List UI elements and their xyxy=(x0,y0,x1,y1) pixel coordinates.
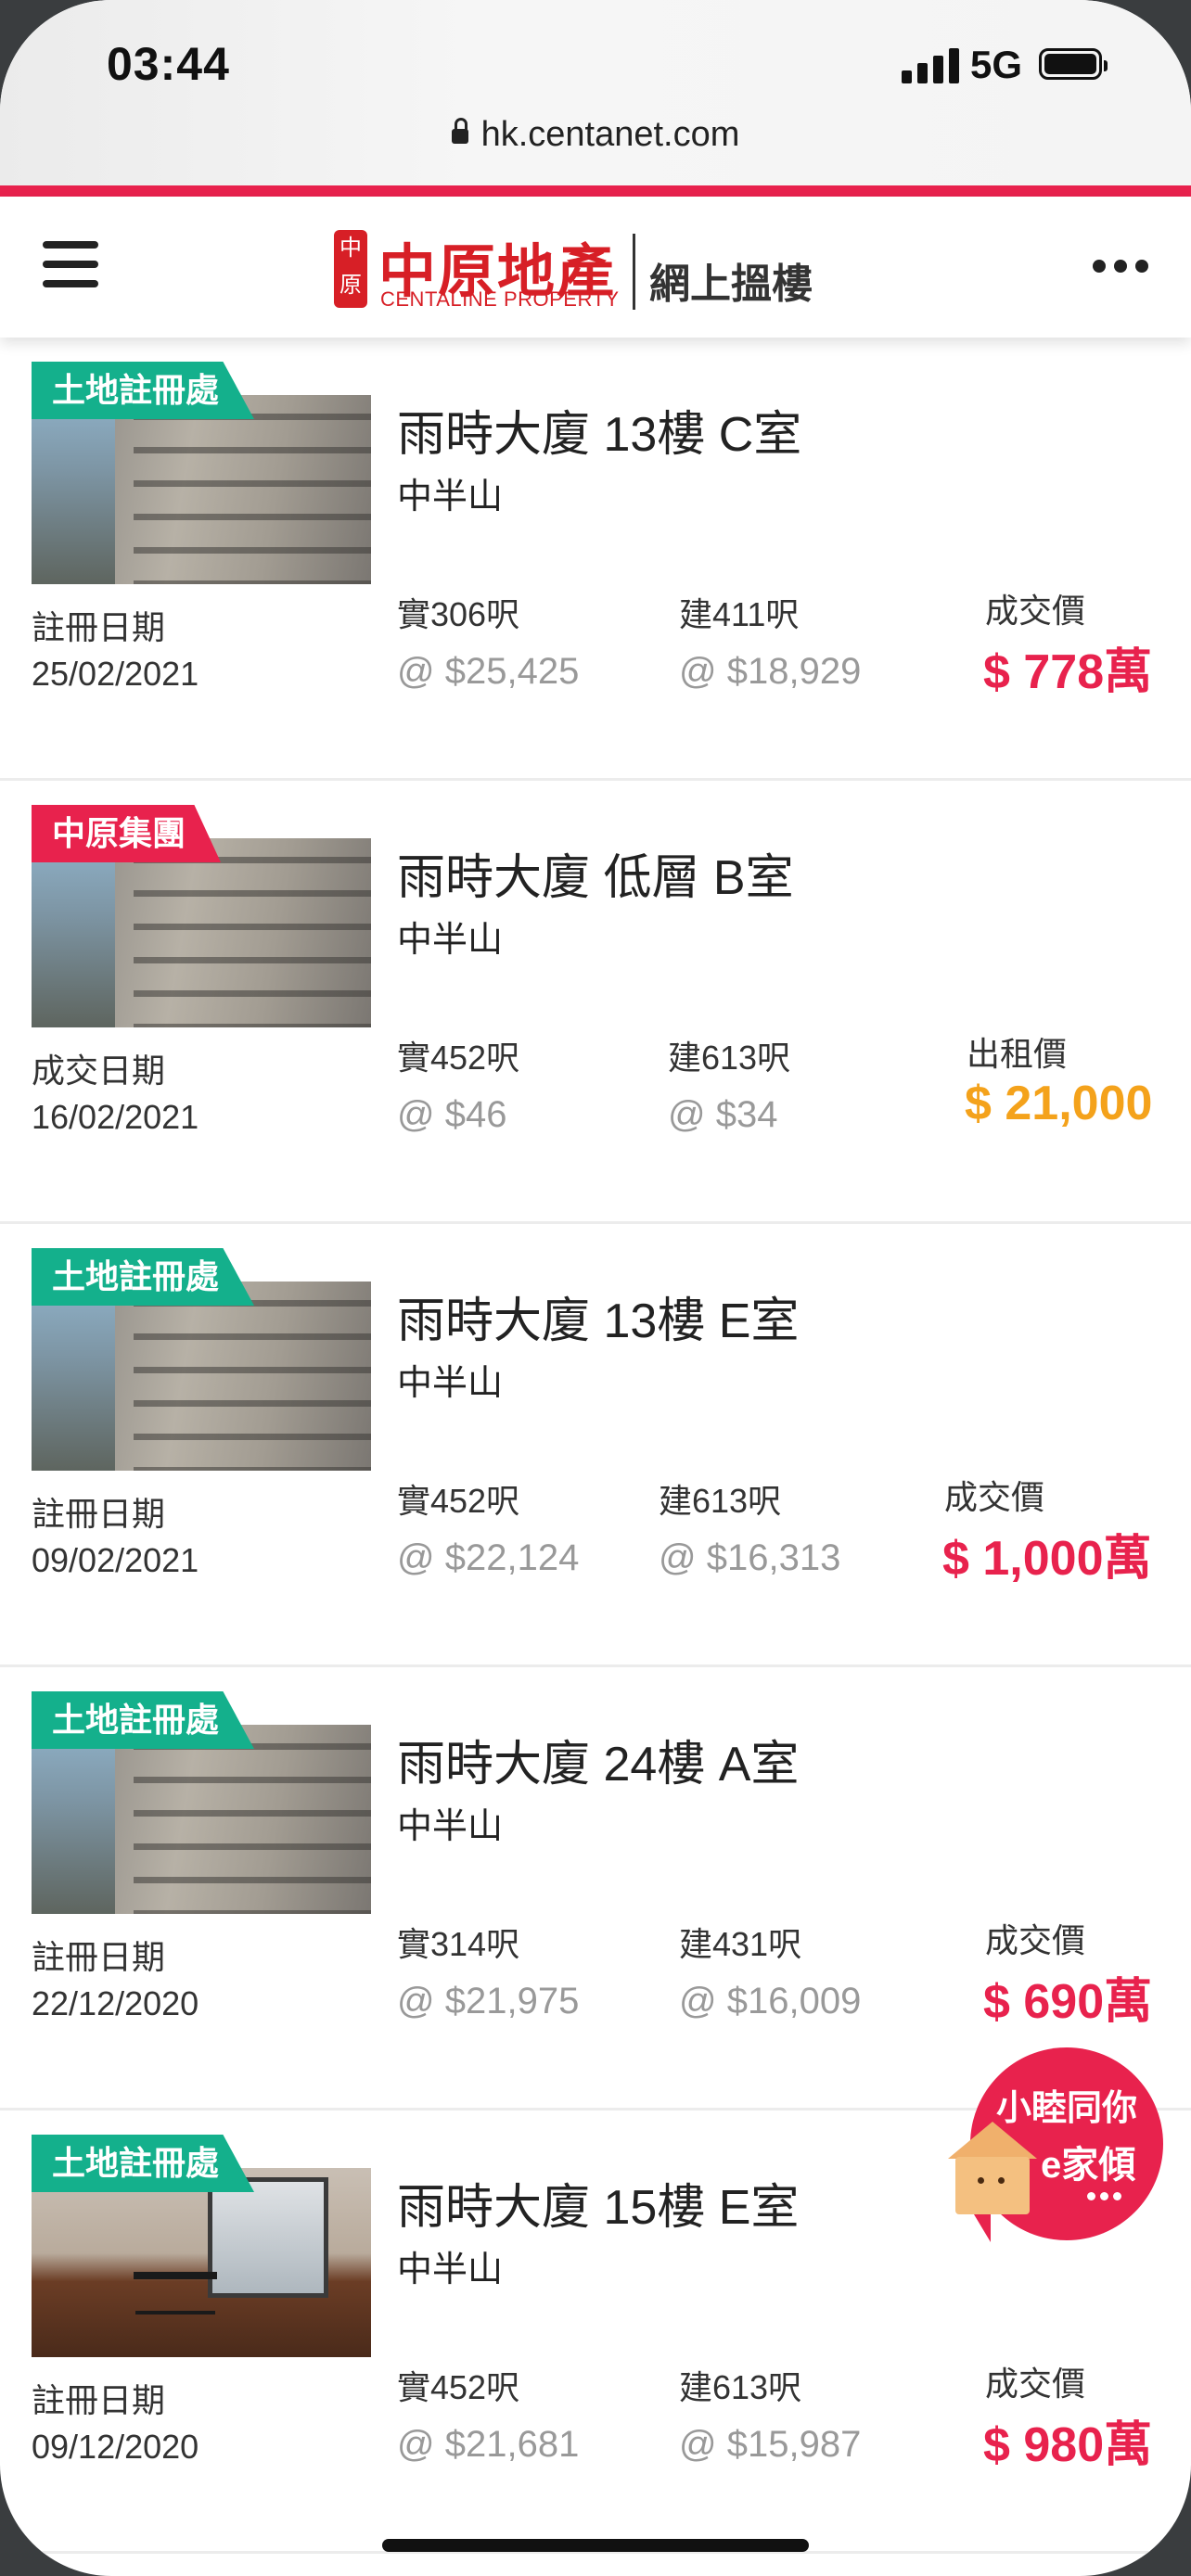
ellipsis-icon xyxy=(1087,2188,1126,2205)
source-badge: 土地註冊處 xyxy=(32,2135,255,2192)
gross-unit-price: @ $18,929 xyxy=(679,651,862,692)
gross-unit-price: @ $34 xyxy=(668,1094,778,1135)
property-photo xyxy=(32,1725,371,1914)
price-value: $ 778萬 xyxy=(983,645,1153,699)
lock-icon xyxy=(451,118,468,144)
logo-slogan: 網上搵樓 xyxy=(649,261,813,307)
date-label: 成交日期 xyxy=(32,1052,166,1090)
more-options-icon[interactable] xyxy=(1084,260,1148,277)
gross-area: 建411呎 xyxy=(679,595,800,633)
saleable-unit-price: @ $21,975 xyxy=(397,1981,580,2021)
gross-unit-price: @ $16,009 xyxy=(679,1981,862,2021)
district: 中半山 xyxy=(397,1807,504,1846)
date-value: 09/12/2020 xyxy=(32,2428,199,2466)
saleable-area: 實306呎 xyxy=(397,595,520,633)
gross-area: 建613呎 xyxy=(659,1482,782,1520)
source-badge: 土地註冊處 xyxy=(32,1691,255,1749)
district: 中半山 xyxy=(397,1364,504,1403)
source-badge: 土地註冊處 xyxy=(32,1248,255,1306)
source-badge: 中原集團 xyxy=(32,805,222,862)
date-label: 註冊日期 xyxy=(32,1495,166,1533)
property-photo xyxy=(32,1282,371,1471)
saleable-area: 實314呎 xyxy=(397,1925,520,1963)
price-label: 成交價 xyxy=(985,1921,1086,1959)
price-label: 成交價 xyxy=(985,592,1086,630)
saleable-area: 實452呎 xyxy=(397,1039,520,1077)
url-text: hk.centanet.com xyxy=(480,115,740,154)
url-bar[interactable]: hk.centanet.com xyxy=(0,115,1191,155)
saleable-unit-price: @ $22,124 xyxy=(397,1537,580,1578)
property-title: 雨時大廈 13樓 E室 xyxy=(397,1294,800,1348)
chat-widget-line2: e家傾 xyxy=(1041,2145,1136,2186)
source-badge: 土地註冊處 xyxy=(32,362,255,419)
property-title: 雨時大廈 15樓 E室 xyxy=(397,2181,800,2235)
status-time: 03:44 xyxy=(107,38,230,90)
browser-chrome: 03:44 5G hk.centanet.com xyxy=(0,0,1191,185)
logo-divider xyxy=(633,234,635,310)
date-label: 註冊日期 xyxy=(32,1938,166,1976)
saleable-area: 實452呎 xyxy=(397,1482,520,1520)
property-photo xyxy=(32,2168,371,2357)
network-type: 5G xyxy=(970,43,1023,86)
mascot-house-icon xyxy=(948,2122,1037,2220)
property-photo xyxy=(32,395,371,584)
gross-unit-price: @ $16,313 xyxy=(659,1537,841,1578)
district: 中半山 xyxy=(397,478,504,516)
district: 中半山 xyxy=(397,2251,504,2289)
price-value: $ 21,000 xyxy=(965,1077,1153,1130)
accent-bar xyxy=(0,185,1191,197)
gross-area: 建431呎 xyxy=(679,1925,802,1963)
battery-icon xyxy=(1039,48,1108,80)
list-item[interactable]: 土地註冊處 註冊日期 25/02/2021 雨時大廈 13樓 C室 中半山 實3… xyxy=(0,338,1191,781)
phone-screen: 03:44 5G hk.centanet.com 中原 中原地產 CENTALI… xyxy=(0,0,1191,2576)
price-label: 成交價 xyxy=(944,1478,1045,1516)
gross-area: 建613呎 xyxy=(668,1039,791,1077)
saleable-unit-price: @ $46 xyxy=(397,1094,507,1135)
price-label: 成交價 xyxy=(985,2365,1086,2403)
price-value: $ 690萬 xyxy=(983,1975,1153,2029)
home-indicator[interactable] xyxy=(382,2539,809,2552)
saleable-unit-price: @ $25,425 xyxy=(397,651,580,692)
property-photo xyxy=(32,838,371,1027)
saleable-area: 實452呎 xyxy=(397,2368,520,2406)
district: 中半山 xyxy=(397,921,504,960)
chat-widget-button[interactable]: 小睦同你 e家傾 xyxy=(948,2047,1163,2248)
property-title: 雨時大廈 13樓 C室 xyxy=(397,408,802,462)
date-value: 16/02/2021 xyxy=(32,1098,199,1136)
saleable-unit-price: @ $21,681 xyxy=(397,2424,580,2465)
list-item[interactable]: 土地註冊處 註冊日期 09/02/2021 雨時大廈 13樓 E室 中半山 實4… xyxy=(0,1224,1191,1667)
gross-area: 建613呎 xyxy=(679,2368,802,2406)
price-label: 出租價 xyxy=(967,1035,1068,1073)
property-title: 雨時大廈 低層 B室 xyxy=(397,851,794,905)
price-value: $ 980萬 xyxy=(983,2418,1153,2472)
gross-unit-price: @ $15,987 xyxy=(679,2424,862,2465)
list-item[interactable]: 土地註冊處 註冊日期 22/12/2020 雨時大廈 24樓 A室 中半山 實3… xyxy=(0,1667,1191,2111)
list-item[interactable]: 中原集團 成交日期 16/02/2021 雨時大廈 低層 B室 中半山 實452… xyxy=(0,781,1191,1224)
date-value: 22/12/2020 xyxy=(32,1984,199,2022)
date-value: 09/02/2021 xyxy=(32,1541,199,1579)
signal-icon xyxy=(902,48,959,83)
menu-icon[interactable] xyxy=(43,241,98,287)
price-value: $ 1,000萬 xyxy=(942,1532,1152,1586)
date-label: 註冊日期 xyxy=(32,608,166,646)
logo-english: CENTALINE PROPERTY xyxy=(380,287,620,311)
date-value: 25/02/2021 xyxy=(32,655,199,693)
date-label: 註冊日期 xyxy=(32,2381,166,2419)
property-title: 雨時大廈 24樓 A室 xyxy=(397,1738,800,1792)
logo-seal: 中原 xyxy=(334,230,367,308)
site-header: 中原 中原地產 CENTALINE PROPERTY 網上搵樓 xyxy=(0,197,1191,338)
